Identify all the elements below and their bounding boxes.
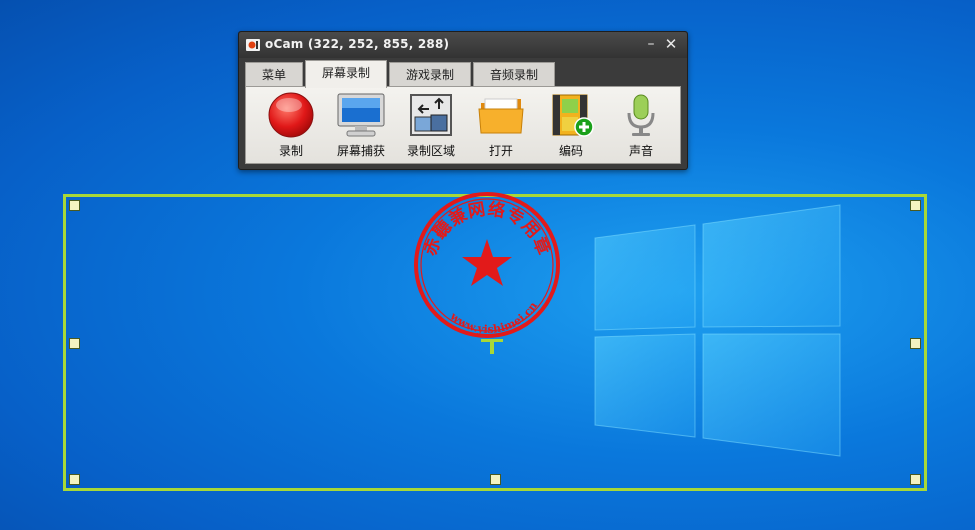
handle-middle-right[interactable] <box>910 338 921 349</box>
open-label: 打开 <box>488 144 513 158</box>
record-area-label: 录制区域 <box>406 144 455 158</box>
close-button[interactable]: ✕ <box>663 36 679 52</box>
ocam-window: oCam (322, 252, 855, 288) – ✕ 菜单 屏幕录制 游戏… <box>238 31 688 170</box>
handle-bottom-left[interactable] <box>69 474 80 485</box>
handle-top-left[interactable] <box>69 200 80 211</box>
seal-stamp: 赤聽兼网络专用章 www.yishimei.cn <box>414 192 560 340</box>
encode-button[interactable]: 编码 <box>536 91 606 161</box>
tab-game-recording[interactable]: 游戏录制 <box>389 62 472 87</box>
seal-url: www.yishimei.cn <box>446 297 544 340</box>
screen-capture-button[interactable]: 屏幕捕获 <box>326 91 396 161</box>
minimize-button[interactable]: – <box>643 36 659 52</box>
screen-capture-label: 屏幕捕获 <box>336 144 385 158</box>
handle-middle-left[interactable] <box>69 338 80 349</box>
sound-label: 声音 <box>628 144 653 158</box>
toolbar-panel: 录制 屏幕捕获 录制区域 打开 编码 声音 <box>245 86 681 164</box>
handle-bottom-center[interactable] <box>490 474 501 485</box>
record-area-button[interactable]: 录制区域 <box>396 91 466 161</box>
monitor-icon <box>337 93 385 137</box>
title-bar[interactable]: oCam (322, 252, 855, 288) – ✕ <box>239 32 687 58</box>
record-icon <box>268 92 314 138</box>
tab-bar: 菜单 屏幕录制 游戏录制 音频录制 <box>245 60 557 88</box>
svg-text:www.yishimei.cn: www.yishimei.cn <box>446 297 544 340</box>
folder-icon <box>478 98 524 134</box>
microphone-icon <box>627 94 655 136</box>
resize-area-icon <box>410 94 452 136</box>
tab-audio-recording[interactable]: 音频录制 <box>473 62 556 87</box>
move-crosshair-icon[interactable] <box>479 336 505 356</box>
handle-top-right[interactable] <box>910 200 921 211</box>
record-button[interactable]: 录制 <box>256 91 326 161</box>
film-add-icon <box>552 94 594 137</box>
tab-menu[interactable]: 菜单 <box>245 62 304 87</box>
record-label: 录制 <box>278 144 303 158</box>
tab-screen-recording[interactable]: 屏幕录制 <box>305 60 388 88</box>
ocam-app-icon <box>246 39 260 51</box>
sound-button[interactable]: 声音 <box>606 91 676 161</box>
encode-label: 编码 <box>558 144 583 158</box>
open-button[interactable]: 打开 <box>466 91 536 161</box>
handle-bottom-right[interactable] <box>910 474 921 485</box>
window-title: oCam (322, 252, 855, 288) <box>265 37 450 51</box>
